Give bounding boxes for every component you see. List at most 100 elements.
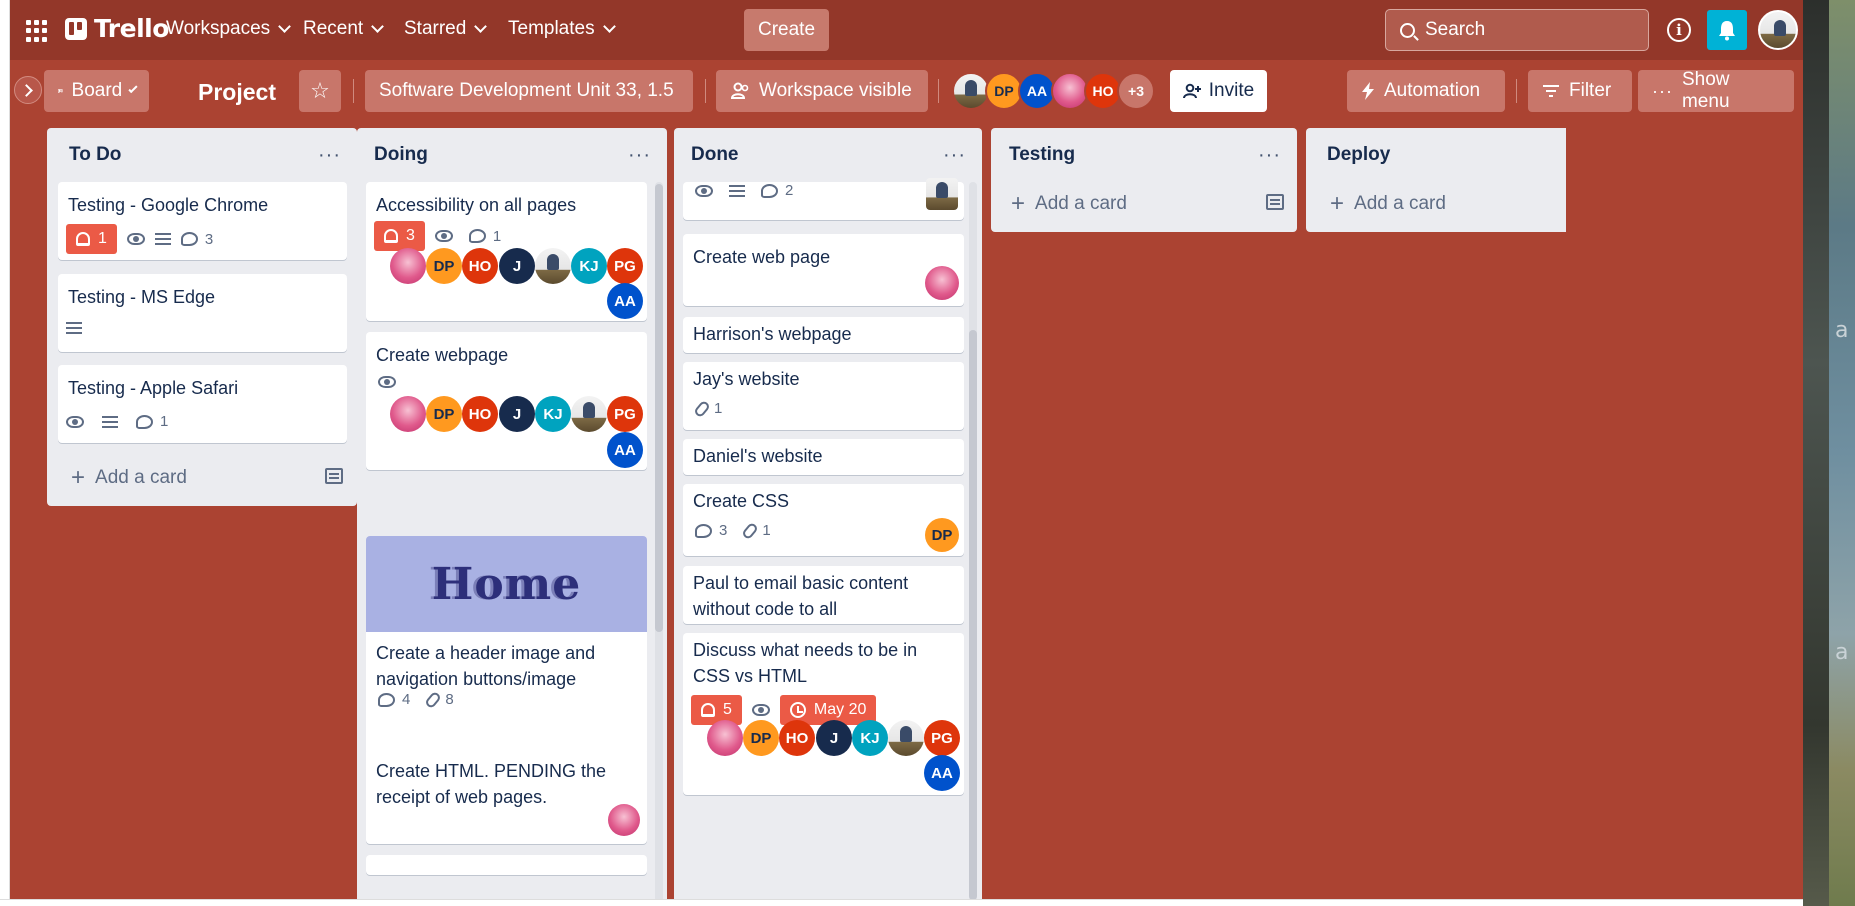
starred-menu[interactable]: Starred — [404, 18, 488, 40]
star-board-button[interactable]: ☆ — [299, 70, 341, 112]
member-avatar-pg[interactable]: PG — [607, 396, 643, 432]
add-card-button[interactable]: + Add a card — [1011, 190, 1127, 218]
member-avatar-pink[interactable] — [707, 720, 743, 756]
notification-badge: 5 — [691, 695, 742, 725]
card-title: Harrison's webpage — [693, 324, 852, 344]
board-view-switcher[interactable]: Board — [44, 70, 149, 112]
logo-text: Trello — [94, 14, 169, 43]
card[interactable]: Create web page — [683, 234, 964, 306]
member-avatar-pg[interactable]: PG — [924, 720, 960, 756]
card[interactable]: Testing - Apple Safari 1 — [58, 365, 347, 443]
member-avatar-pink[interactable] — [390, 248, 426, 284]
list-title[interactable]: Done — [691, 144, 739, 166]
list-scrollbar[interactable] — [655, 184, 663, 632]
add-card-button[interactable]: + Add a card — [71, 464, 187, 492]
card[interactable]: Testing - MS Edge — [58, 274, 347, 352]
member-avatar-dp[interactable]: DP — [925, 518, 959, 552]
card[interactable]: Accessibility on all pages 3 1 DP HO J K… — [366, 182, 647, 321]
app-switcher-icon[interactable] — [26, 20, 48, 42]
card[interactable]: Harrison's webpage — [683, 317, 964, 353]
workspaces-menu[interactable]: Workspaces — [166, 18, 292, 40]
list-scrollbar[interactable] — [969, 330, 977, 899]
member-avatar-aa[interactable]: AA — [607, 283, 643, 319]
member-avatar-pink[interactable] — [925, 266, 959, 300]
member-avatar-pink[interactable] — [390, 396, 426, 432]
member-avatar-pg[interactable]: PG — [607, 248, 643, 284]
member-avatar-ho[interactable]: HO — [462, 396, 498, 432]
info-icon[interactable]: i — [1667, 18, 1691, 42]
member-avatar-j[interactable]: J — [499, 248, 535, 284]
card[interactable]: Create HTML. PENDING the receipt of web … — [366, 748, 647, 844]
member-avatar-dp[interactable]: DP — [743, 720, 779, 756]
automation-button[interactable]: Automation — [1347, 70, 1505, 112]
expand-sidebar-button[interactable] — [14, 76, 42, 104]
add-person-icon — [1182, 83, 1201, 99]
member-avatar-photo[interactable] — [888, 720, 924, 756]
member-avatar-dp[interactable]: DP — [426, 396, 462, 432]
list-actions-icon[interactable]: ··· — [943, 144, 966, 167]
notifications-button[interactable] — [1707, 10, 1747, 50]
description-icon — [729, 184, 745, 197]
list-actions-icon[interactable]: ··· — [318, 144, 341, 167]
list-title[interactable]: Doing — [374, 144, 428, 166]
comment-icon — [378, 692, 395, 707]
card[interactable] — [366, 855, 647, 875]
member-avatar-pink[interactable] — [608, 804, 640, 836]
filter-button[interactable]: Filter — [1528, 70, 1632, 112]
member-avatar-j[interactable]: J — [816, 720, 852, 756]
bell-icon — [1719, 21, 1735, 41]
list-actions-icon[interactable]: ··· — [1258, 144, 1281, 167]
invite-button[interactable]: Invite — [1170, 70, 1267, 112]
card-badges: 1 3 — [66, 224, 213, 254]
card-template-icon[interactable] — [325, 468, 343, 484]
templates-menu[interactable]: Templates — [508, 18, 616, 40]
card[interactable]: Home Create a header image and navigatio… — [366, 536, 647, 756]
member-avatar-aa[interactable]: AA — [924, 755, 960, 791]
card[interactable]: Discuss what needs to be in CSS vs HTML … — [683, 633, 964, 795]
card-title: Create HTML. PENDING the receipt of web … — [376, 761, 607, 807]
due-date-label: May 20 — [813, 701, 867, 718]
workspace-button[interactable]: Software Development Unit 33, 1.5 — [365, 70, 693, 112]
add-card-label: Add a card — [1354, 193, 1446, 214]
member-avatar-kj[interactable]: KJ — [535, 396, 571, 432]
recent-menu[interactable]: Recent — [303, 18, 385, 40]
comment-icon — [761, 183, 778, 198]
card[interactable]: Create CSS 3 1 DP — [683, 484, 964, 556]
list-title[interactable]: Deploy — [1327, 144, 1390, 166]
card[interactable]: 2 — [683, 178, 964, 220]
card[interactable]: Paul to email basic content without code… — [683, 566, 964, 624]
card[interactable]: Daniel's website — [683, 439, 964, 475]
visibility-button[interactable]: Workspace visible — [716, 70, 928, 112]
card[interactable]: Create webpage DP HO J KJ PG AA — [366, 332, 647, 470]
list-title[interactable]: To Do — [69, 144, 121, 166]
member-avatar-photo[interactable] — [926, 178, 958, 210]
member-avatar-ho[interactable]: HO — [462, 248, 498, 284]
create-button[interactable]: Create — [744, 9, 829, 51]
list-actions-icon[interactable]: ··· — [628, 144, 651, 167]
trello-logo[interactable]: Trello — [65, 14, 169, 43]
divider — [353, 79, 354, 103]
member-avatar-dp[interactable]: DP — [426, 248, 462, 284]
add-card-button[interactable]: + Add a card — [1330, 190, 1446, 218]
trello-logo-icon — [65, 17, 87, 40]
plus-icon: + — [1330, 190, 1345, 217]
member-avatar-kj[interactable]: KJ — [852, 720, 888, 756]
show-menu-button[interactable]: ··· Show menu — [1638, 69, 1794, 112]
member-avatar-ho[interactable]: HO — [779, 720, 815, 756]
more-members-button[interactable]: +3 — [1117, 72, 1155, 110]
card-template-icon[interactable] — [1266, 194, 1284, 210]
member-avatar-photo[interactable] — [535, 248, 571, 284]
member-avatar-photo[interactable] — [571, 396, 607, 432]
bell-icon — [701, 703, 715, 717]
member-avatar-j[interactable]: J — [499, 396, 535, 432]
search-input[interactable]: Search — [1385, 9, 1649, 51]
card[interactable]: Jay's website 1 — [683, 362, 964, 430]
account-avatar[interactable] — [1758, 10, 1798, 50]
list-title[interactable]: Testing — [1009, 144, 1075, 166]
member-avatar-kj[interactable]: KJ — [571, 248, 607, 284]
card[interactable]: Testing - Google Chrome 1 3 — [58, 182, 347, 260]
background-photo-strip: a a — [1803, 0, 1855, 906]
card-title: Daniel's website — [693, 446, 823, 466]
member-avatar-aa[interactable]: AA — [607, 432, 643, 468]
board-title[interactable]: Project — [198, 79, 276, 106]
